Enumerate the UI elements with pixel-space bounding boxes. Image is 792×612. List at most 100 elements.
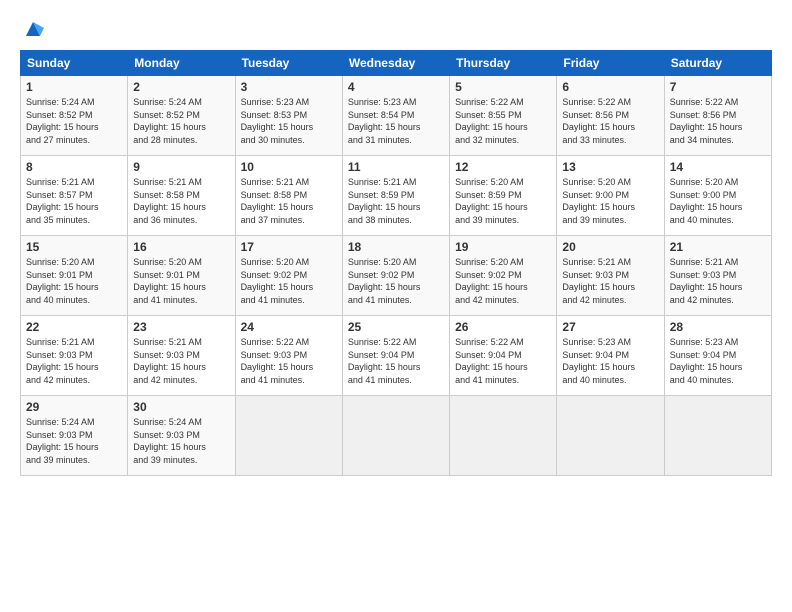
day-number: 13 [562,160,658,174]
day-cell: 3Sunrise: 5:23 AM Sunset: 8:53 PM Daylig… [235,76,342,156]
day-number: 8 [26,160,122,174]
week-row-2: 8 Sunrise: 5:21 AM Sunset: 8:57 PM Daylig… [21,156,772,236]
calendar-table: SundayMondayTuesdayWednesdayThursdayFrid… [20,50,772,476]
day-info: Sunrise: 5:20 AM Sunset: 9:01 PM Dayligh… [133,256,229,306]
day-cell: 9 Sunrise: 5:21 AM Sunset: 8:58 PM Daylig… [128,156,235,236]
day-number: 22 [26,320,122,334]
day-cell [557,396,664,476]
day-number: 24 [241,320,337,334]
day-cell: 1 Sunrise: 5:24 AM Sunset: 8:52 PM Daylig… [21,76,128,156]
week-row-3: 15 Sunrise: 5:20 AM Sunset: 9:01 PM Dayli… [21,236,772,316]
day-number: 2 [133,80,229,94]
header-cell-thursday: Thursday [450,51,557,76]
day-cell: 10 Sunrise: 5:21 AM Sunset: 8:58 PM Dayli… [235,156,342,236]
day-info: Sunrise: 5:23 AM Sunset: 9:04 PM Dayligh… [670,336,766,386]
day-number: 30 [133,400,229,414]
header-cell-wednesday: Wednesday [342,51,449,76]
day-info: Sunrise: 5:20 AM Sunset: 9:02 PM Dayligh… [455,256,551,306]
day-info: Sunrise: 5:23 AM Sunset: 8:54 PM Dayligh… [348,96,444,146]
day-info: Sunrise: 5:24 AM Sunset: 9:03 PM Dayligh… [26,416,122,466]
day-info: Sunrise: 5:20 AM Sunset: 9:02 PM Dayligh… [348,256,444,306]
day-number: 15 [26,240,122,254]
day-info: Sunrise: 5:20 AM Sunset: 9:00 PM Dayligh… [562,176,658,226]
day-number: 25 [348,320,444,334]
day-cell: 24 Sunrise: 5:22 AM Sunset: 9:03 PM Dayli… [235,316,342,396]
day-info: Sunrise: 5:22 AM Sunset: 8:56 PM Dayligh… [670,96,766,146]
day-info: Sunrise: 5:21 AM Sunset: 8:58 PM Dayligh… [241,176,337,226]
day-cell [450,396,557,476]
day-info: Sunrise: 5:23 AM Sunset: 8:53 PM Dayligh… [241,96,337,146]
day-cell [342,396,449,476]
day-info: Sunrise: 5:23 AM Sunset: 9:04 PM Dayligh… [562,336,658,386]
day-info: Sunrise: 5:24 AM Sunset: 8:52 PM Dayligh… [133,96,229,146]
day-cell [235,396,342,476]
day-cell: 12 Sunrise: 5:20 AM Sunset: 8:59 PM Dayli… [450,156,557,236]
day-cell: 29 Sunrise: 5:24 AM Sunset: 9:03 PM Dayli… [21,396,128,476]
day-cell: 30 Sunrise: 5:24 AM Sunset: 9:03 PM Dayli… [128,396,235,476]
day-cell: 17 Sunrise: 5:20 AM Sunset: 9:02 PM Dayli… [235,236,342,316]
day-number: 12 [455,160,551,174]
day-cell: 11 Sunrise: 5:21 AM Sunset: 8:59 PM Dayli… [342,156,449,236]
day-number: 29 [26,400,122,414]
day-number: 23 [133,320,229,334]
day-number: 1 [26,80,122,94]
day-cell: 16Sunrise: 5:20 AM Sunset: 9:01 PM Dayli… [128,236,235,316]
day-cell: 5 Sunrise: 5:22 AM Sunset: 8:55 PM Daylig… [450,76,557,156]
day-info: Sunrise: 5:22 AM Sunset: 8:55 PM Dayligh… [455,96,551,146]
day-info: Sunrise: 5:20 AM Sunset: 9:01 PM Dayligh… [26,256,122,306]
header-cell-sunday: Sunday [21,51,128,76]
day-number: 9 [133,160,229,174]
day-info: Sunrise: 5:20 AM Sunset: 9:00 PM Dayligh… [670,176,766,226]
day-number: 18 [348,240,444,254]
calendar-page: SundayMondayTuesdayWednesdayThursdayFrid… [0,0,792,612]
day-cell: 26 Sunrise: 5:22 AM Sunset: 9:04 PM Dayli… [450,316,557,396]
day-info: Sunrise: 5:24 AM Sunset: 8:52 PM Dayligh… [26,96,122,146]
logo [20,18,44,40]
day-cell: 8 Sunrise: 5:21 AM Sunset: 8:57 PM Daylig… [21,156,128,236]
day-number: 28 [670,320,766,334]
day-info: Sunrise: 5:22 AM Sunset: 8:56 PM Dayligh… [562,96,658,146]
day-info: Sunrise: 5:24 AM Sunset: 9:03 PM Dayligh… [133,416,229,466]
day-cell: 15 Sunrise: 5:20 AM Sunset: 9:01 PM Dayli… [21,236,128,316]
day-info: Sunrise: 5:21 AM Sunset: 9:03 PM Dayligh… [670,256,766,306]
day-info: Sunrise: 5:22 AM Sunset: 9:04 PM Dayligh… [348,336,444,386]
day-info: Sunrise: 5:21 AM Sunset: 8:58 PM Dayligh… [133,176,229,226]
day-info: Sunrise: 5:20 AM Sunset: 9:02 PM Dayligh… [241,256,337,306]
day-info: Sunrise: 5:21 AM Sunset: 8:57 PM Dayligh… [26,176,122,226]
day-cell [664,396,771,476]
day-info: Sunrise: 5:22 AM Sunset: 9:03 PM Dayligh… [241,336,337,386]
day-info: Sunrise: 5:21 AM Sunset: 9:03 PM Dayligh… [562,256,658,306]
day-number: 19 [455,240,551,254]
day-number: 17 [241,240,337,254]
day-number: 20 [562,240,658,254]
header-cell-saturday: Saturday [664,51,771,76]
day-info: Sunrise: 5:21 AM Sunset: 8:59 PM Dayligh… [348,176,444,226]
day-cell: 7Sunrise: 5:22 AM Sunset: 8:56 PM Daylig… [664,76,771,156]
day-cell: 18 Sunrise: 5:20 AM Sunset: 9:02 PM Dayli… [342,236,449,316]
day-cell: 28 Sunrise: 5:23 AM Sunset: 9:04 PM Dayli… [664,316,771,396]
day-number: 5 [455,80,551,94]
day-info: Sunrise: 5:21 AM Sunset: 9:03 PM Dayligh… [26,336,122,386]
week-row-4: 22 Sunrise: 5:21 AM Sunset: 9:03 PM Dayli… [21,316,772,396]
day-number: 6 [562,80,658,94]
header-cell-monday: Monday [128,51,235,76]
day-cell: 6 Sunrise: 5:22 AM Sunset: 8:56 PM Daylig… [557,76,664,156]
day-cell: 25 Sunrise: 5:22 AM Sunset: 9:04 PM Dayli… [342,316,449,396]
day-cell: 27Sunrise: 5:23 AM Sunset: 9:04 PM Dayli… [557,316,664,396]
logo-icon [22,18,44,40]
day-info: Sunrise: 5:20 AM Sunset: 8:59 PM Dayligh… [455,176,551,226]
day-cell: 20 Sunrise: 5:21 AM Sunset: 9:03 PM Dayli… [557,236,664,316]
day-cell: 21 Sunrise: 5:21 AM Sunset: 9:03 PM Dayli… [664,236,771,316]
day-number: 11 [348,160,444,174]
day-number: 26 [455,320,551,334]
day-info: Sunrise: 5:22 AM Sunset: 9:04 PM Dayligh… [455,336,551,386]
day-cell: 19 Sunrise: 5:20 AM Sunset: 9:02 PM Dayli… [450,236,557,316]
day-cell: 23Sunrise: 5:21 AM Sunset: 9:03 PM Dayli… [128,316,235,396]
day-cell: 13 Sunrise: 5:20 AM Sunset: 9:00 PM Dayli… [557,156,664,236]
day-number: 21 [670,240,766,254]
week-row-1: 1 Sunrise: 5:24 AM Sunset: 8:52 PM Daylig… [21,76,772,156]
day-number: 14 [670,160,766,174]
day-cell: 2 Sunrise: 5:24 AM Sunset: 8:52 PM Daylig… [128,76,235,156]
header-cell-tuesday: Tuesday [235,51,342,76]
day-number: 10 [241,160,337,174]
